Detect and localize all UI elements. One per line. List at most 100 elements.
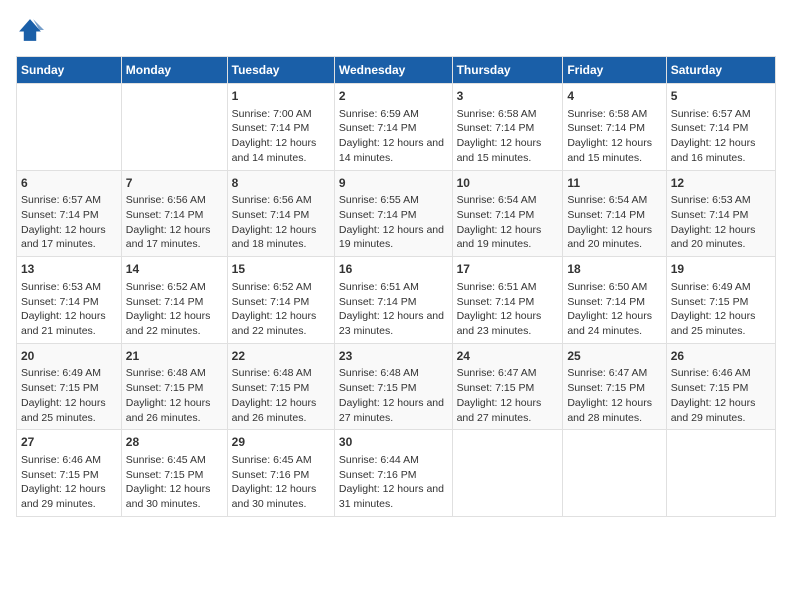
day-cell: 12Sunrise: 6:53 AM Sunset: 7:14 PM Dayli… <box>666 170 775 257</box>
day-number: 24 <box>457 348 559 365</box>
day-number: 12 <box>671 175 771 192</box>
column-header-thursday: Thursday <box>452 57 563 84</box>
day-number: 25 <box>567 348 661 365</box>
day-number: 16 <box>339 261 448 278</box>
day-number: 29 <box>232 434 330 451</box>
day-info: Sunrise: 6:46 AM Sunset: 7:15 PM Dayligh… <box>21 453 117 512</box>
day-cell: 7Sunrise: 6:56 AM Sunset: 7:14 PM Daylig… <box>121 170 227 257</box>
day-info: Sunrise: 6:54 AM Sunset: 7:14 PM Dayligh… <box>457 193 559 252</box>
day-number: 27 <box>21 434 117 451</box>
day-info: Sunrise: 6:58 AM Sunset: 7:14 PM Dayligh… <box>567 107 661 166</box>
day-info: Sunrise: 6:58 AM Sunset: 7:14 PM Dayligh… <box>457 107 559 166</box>
day-cell: 17 Sunrise: 6:51 AM Sunset: 7:14 PM Dayli… <box>452 257 563 344</box>
day-number: 21 <box>126 348 223 365</box>
day-info: Sunrise: 6:48 AM Sunset: 7:15 PM Dayligh… <box>339 366 448 425</box>
day-info: Sunrise: 6:50 AM Sunset: 7:14 PM Dayligh… <box>567 280 661 339</box>
day-info: Sunrise: 6:46 AM Sunset: 7:15 PM Dayligh… <box>671 366 771 425</box>
day-info: Sunrise: 6:48 AM Sunset: 7:15 PM Dayligh… <box>232 366 330 425</box>
day-cell: 6Sunrise: 6:57 AM Sunset: 7:14 PM Daylig… <box>17 170 122 257</box>
logo-icon <box>16 16 44 44</box>
day-info: Sunrise: 6:54 AM Sunset: 7:14 PM Dayligh… <box>567 193 661 252</box>
day-info: Sunrise: 6:57 AM Sunset: 7:14 PM Dayligh… <box>21 193 117 252</box>
day-cell: 10Sunrise: 6:54 AM Sunset: 7:14 PM Dayli… <box>452 170 563 257</box>
page-header <box>16 16 776 44</box>
day-cell: 1 Sunrise: 7:00 AM Sunset: 7:14 PM Daylig… <box>227 84 334 171</box>
column-header-sunday: Sunday <box>17 57 122 84</box>
column-header-friday: Friday <box>563 57 666 84</box>
day-cell: 16 Sunrise: 6:51 AM Sunset: 7:14 PM Dayli… <box>334 257 452 344</box>
day-number: 30 <box>339 434 448 451</box>
day-number: 22 <box>232 348 330 365</box>
day-number: 28 <box>126 434 223 451</box>
week-row-1: 1 Sunrise: 7:00 AM Sunset: 7:14 PM Daylig… <box>17 84 776 171</box>
day-number: 2 <box>339 88 448 105</box>
day-cell: 25Sunrise: 6:47 AM Sunset: 7:15 PM Dayli… <box>563 343 666 430</box>
day-number: 11 <box>567 175 661 192</box>
day-cell <box>666 430 775 517</box>
day-info: Sunrise: 6:45 AM Sunset: 7:15 PM Dayligh… <box>126 453 223 512</box>
day-cell <box>452 430 563 517</box>
day-info: Sunrise: 6:47 AM Sunset: 7:15 PM Dayligh… <box>567 366 661 425</box>
week-row-3: 13Sunrise: 6:53 AM Sunset: 7:14 PM Dayli… <box>17 257 776 344</box>
day-info: Sunrise: 6:57 AM Sunset: 7:14 PM Dayligh… <box>671 107 771 166</box>
day-number: 5 <box>671 88 771 105</box>
week-row-2: 6Sunrise: 6:57 AM Sunset: 7:14 PM Daylig… <box>17 170 776 257</box>
day-cell: 8Sunrise: 6:56 AM Sunset: 7:14 PM Daylig… <box>227 170 334 257</box>
day-cell: 26Sunrise: 6:46 AM Sunset: 7:15 PM Dayli… <box>666 343 775 430</box>
day-number: 4 <box>567 88 661 105</box>
day-info: Sunrise: 6:47 AM Sunset: 7:15 PM Dayligh… <box>457 366 559 425</box>
day-cell: 2 Sunrise: 6:59 AM Sunset: 7:14 PM Daylig… <box>334 84 452 171</box>
day-info: Sunrise: 6:49 AM Sunset: 7:15 PM Dayligh… <box>671 280 771 339</box>
day-info: Sunrise: 6:59 AM Sunset: 7:14 PM Dayligh… <box>339 107 448 166</box>
day-number: 26 <box>671 348 771 365</box>
day-number: 18 <box>567 261 661 278</box>
day-number: 19 <box>671 261 771 278</box>
day-info: Sunrise: 6:51 AM Sunset: 7:14 PM Dayligh… <box>339 280 448 339</box>
day-number: 3 <box>457 88 559 105</box>
column-header-tuesday: Tuesday <box>227 57 334 84</box>
day-cell: 11Sunrise: 6:54 AM Sunset: 7:14 PM Dayli… <box>563 170 666 257</box>
day-cell <box>121 84 227 171</box>
day-number: 9 <box>339 175 448 192</box>
day-info: Sunrise: 6:51 AM Sunset: 7:14 PM Dayligh… <box>457 280 559 339</box>
day-number: 14 <box>126 261 223 278</box>
header-row: SundayMondayTuesdayWednesdayThursdayFrid… <box>17 57 776 84</box>
day-number: 13 <box>21 261 117 278</box>
day-number: 1 <box>232 88 330 105</box>
day-cell: 3 Sunrise: 6:58 AM Sunset: 7:14 PM Daylig… <box>452 84 563 171</box>
day-info: Sunrise: 6:56 AM Sunset: 7:14 PM Dayligh… <box>126 193 223 252</box>
day-cell: 30Sunrise: 6:44 AM Sunset: 7:16 PM Dayli… <box>334 430 452 517</box>
day-number: 17 <box>457 261 559 278</box>
day-number: 6 <box>21 175 117 192</box>
logo <box>16 16 48 44</box>
day-cell: 9Sunrise: 6:55 AM Sunset: 7:14 PM Daylig… <box>334 170 452 257</box>
day-cell: 27 Sunrise: 6:46 AM Sunset: 7:15 PM Dayli… <box>17 430 122 517</box>
day-info: Sunrise: 6:48 AM Sunset: 7:15 PM Dayligh… <box>126 366 223 425</box>
column-header-saturday: Saturday <box>666 57 775 84</box>
day-number: 10 <box>457 175 559 192</box>
day-number: 7 <box>126 175 223 192</box>
calendar-table: SundayMondayTuesdayWednesdayThursdayFrid… <box>16 56 776 517</box>
day-info: Sunrise: 6:53 AM Sunset: 7:14 PM Dayligh… <box>671 193 771 252</box>
week-row-5: 27 Sunrise: 6:46 AM Sunset: 7:15 PM Dayli… <box>17 430 776 517</box>
day-info: Sunrise: 6:49 AM Sunset: 7:15 PM Dayligh… <box>21 366 117 425</box>
day-cell: 15Sunrise: 6:52 AM Sunset: 7:14 PM Dayli… <box>227 257 334 344</box>
day-cell <box>17 84 122 171</box>
day-cell: 29 Sunrise: 6:45 AM Sunset: 7:16 PM Dayli… <box>227 430 334 517</box>
day-info: Sunrise: 7:00 AM Sunset: 7:14 PM Dayligh… <box>232 107 330 166</box>
day-number: 8 <box>232 175 330 192</box>
day-cell: 24Sunrise: 6:47 AM Sunset: 7:15 PM Dayli… <box>452 343 563 430</box>
day-info: Sunrise: 6:55 AM Sunset: 7:14 PM Dayligh… <box>339 193 448 252</box>
day-cell: 23Sunrise: 6:48 AM Sunset: 7:15 PM Dayli… <box>334 343 452 430</box>
day-number: 23 <box>339 348 448 365</box>
day-number: 15 <box>232 261 330 278</box>
day-info: Sunrise: 6:52 AM Sunset: 7:14 PM Dayligh… <box>126 280 223 339</box>
day-cell: 5 Sunrise: 6:57 AM Sunset: 7:14 PM Daylig… <box>666 84 775 171</box>
day-cell: 22Sunrise: 6:48 AM Sunset: 7:15 PM Dayli… <box>227 343 334 430</box>
day-cell: 4 Sunrise: 6:58 AM Sunset: 7:14 PM Daylig… <box>563 84 666 171</box>
day-cell <box>563 430 666 517</box>
day-cell: 19 Sunrise: 6:49 AM Sunset: 7:15 PM Dayli… <box>666 257 775 344</box>
day-info: Sunrise: 6:56 AM Sunset: 7:14 PM Dayligh… <box>232 193 330 252</box>
week-row-4: 20Sunrise: 6:49 AM Sunset: 7:15 PM Dayli… <box>17 343 776 430</box>
day-info: Sunrise: 6:45 AM Sunset: 7:16 PM Dayligh… <box>232 453 330 512</box>
